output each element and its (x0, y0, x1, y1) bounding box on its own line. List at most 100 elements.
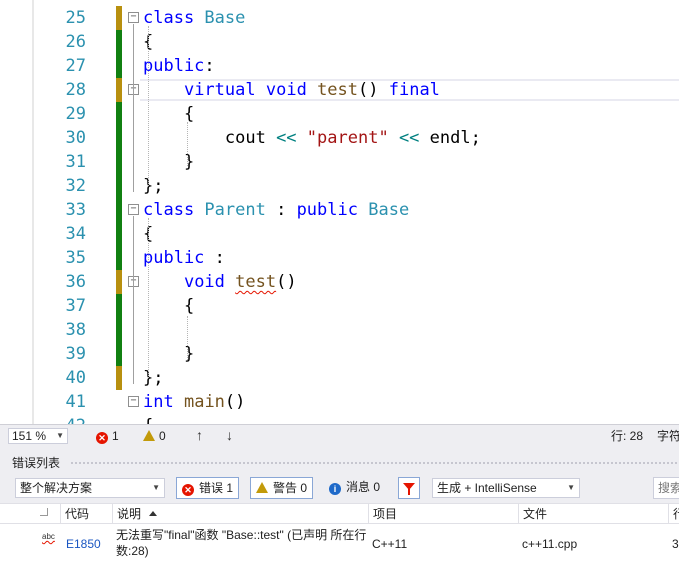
line-number: 29 (65, 104, 86, 124)
code-line[interactable]: 28− virtual void test() final (0, 78, 679, 102)
code-token: Base (368, 200, 410, 220)
code-text: virtual void test() final (143, 78, 440, 102)
code-line[interactable]: 25 − class Base (0, 6, 679, 30)
search-input[interactable]: 搜索 (653, 477, 679, 499)
code-line[interactable]: 42 { (0, 414, 679, 424)
filter-toggle-button[interactable] (398, 477, 420, 499)
code-line[interactable]: 39 } (0, 342, 679, 366)
collapse-icon[interactable]: − (128, 12, 139, 23)
next-issue-arrow-icon[interactable]: ↓ (226, 427, 233, 443)
code-line[interactable]: 33 − class Parent : public Base (0, 198, 679, 222)
warnings-filter-button[interactable]: 警告 0 (250, 477, 314, 499)
code-token: test (235, 272, 277, 292)
build-source-dropdown[interactable]: 生成 + IntelliSense ▼ (432, 478, 580, 498)
column-header-description-label: 说明 (117, 507, 142, 521)
column-header-file-label: 文件 (523, 507, 548, 521)
warning-icon (143, 430, 155, 441)
error-list-panel: 错误列表 整个解决方案 ▼ ✕ 错误 1 警告 0 i 消息 0 生成 + Inte… (0, 446, 679, 564)
code-line[interactable]: 35 public : (0, 246, 679, 270)
errors-filter-label: 错误 1 (199, 481, 234, 495)
messages-filter-label: 消息 0 (346, 480, 381, 494)
collapse-icon[interactable]: − (128, 204, 139, 215)
error-file: c++11.cpp (522, 537, 578, 551)
saved-change-marker (116, 294, 122, 318)
code-token: public (143, 56, 205, 76)
previous-issue-arrow-icon[interactable]: ↑ (196, 427, 203, 443)
table-row[interactable]: abc E1850 无法重写"final"函数 "Base::test" (已声… (0, 524, 679, 564)
column-header-description[interactable]: 说明 (112, 504, 368, 524)
column-header-line[interactable]: 行 (668, 504, 679, 524)
error-project: C++11 (372, 537, 408, 551)
code-line[interactable]: 40}; (0, 366, 679, 390)
code-token: "parent" (306, 128, 389, 148)
unsaved-change-marker (116, 6, 122, 30)
code-text: }; (143, 174, 163, 198)
code-token: : (265, 200, 297, 220)
saved-change-marker (116, 126, 122, 150)
error-code[interactable]: E1850 (62, 536, 101, 552)
panel-drag-grip[interactable] (70, 461, 679, 465)
code-text: int main() (143, 390, 245, 414)
info-icon: i (329, 483, 341, 495)
saved-change-marker (116, 102, 122, 126)
error-count: 1 (112, 429, 119, 443)
collapse-icon[interactable]: − (128, 396, 139, 407)
code-token: class (143, 8, 205, 28)
column-header-project[interactable]: 项目 (368, 504, 518, 524)
code-token: { (143, 416, 153, 424)
code-token: { (143, 104, 195, 124)
line-indicator: 行: 28 (611, 429, 644, 443)
intellisense-error-icon: abc (42, 532, 55, 541)
code-line[interactable]: 31 } (0, 150, 679, 174)
code-token: : (204, 56, 215, 76)
saved-change-marker (116, 318, 122, 342)
zoom-dropdown[interactable]: 151 % ▼ (8, 428, 68, 444)
line-number: 33 (65, 200, 86, 220)
code-token: virtual (183, 80, 256, 100)
char-indicator: 字符 (657, 429, 679, 443)
error-count-indicator[interactable]: ✕ 1 (96, 428, 119, 444)
code-line[interactable]: 26{ (0, 30, 679, 54)
code-token: () (358, 80, 389, 100)
code-line[interactable]: 41 − int main() (0, 390, 679, 414)
code-text: public: (143, 54, 215, 78)
line-number: 26 (65, 32, 86, 52)
code-line[interactable]: 36− void test() (0, 270, 679, 294)
saved-change-marker (116, 246, 122, 270)
error-description: 无法重写"final"函数 "Base::test" (已声明 所在行数:28) (116, 528, 367, 558)
code-editor[interactable]: 25−class Base26{27public:28− virtual voi… (0, 0, 679, 424)
code-token: () (276, 272, 297, 292)
code-line[interactable]: 27 public: (0, 54, 679, 78)
code-text: class Parent : public Base (143, 198, 409, 222)
warning-count-indicator[interactable]: 0 (143, 428, 166, 444)
indent-guide (148, 26, 149, 186)
code-token: void (183, 272, 225, 292)
messages-filter-button[interactable]: i 消息 0 (324, 477, 385, 499)
code-line[interactable]: 32}; (0, 174, 679, 198)
error-code-link[interactable]: E1850 (66, 537, 101, 551)
column-header-line-label: 行 (673, 507, 679, 521)
code-token: class (143, 200, 205, 220)
indent-guide (187, 122, 188, 166)
line-number: 34 (65, 224, 86, 244)
code-line[interactable]: 38 (0, 318, 679, 342)
code-token: << (276, 128, 297, 148)
code-line[interactable]: 34{ (0, 222, 679, 246)
code-line[interactable]: 29 { (0, 102, 679, 126)
saved-change-marker (116, 198, 122, 222)
warning-icon (256, 482, 268, 493)
errors-filter-button[interactable]: ✕ 错误 1 (176, 477, 240, 499)
code-line[interactable]: 30 cout << "parent" << endl; (0, 126, 679, 150)
error-grid-header: 代码 说明 项目 文件 行 (0, 503, 679, 524)
unsaved-change-marker (116, 78, 122, 102)
line-number: 39 (65, 344, 86, 364)
code-line[interactable]: 37 { (0, 294, 679, 318)
column-header-code[interactable]: 代码 (60, 504, 112, 524)
column-header-file[interactable]: 文件 (518, 504, 668, 524)
column-chooser-icon[interactable] (40, 508, 48, 516)
scope-dropdown[interactable]: 整个解决方案 ▼ (15, 478, 165, 498)
